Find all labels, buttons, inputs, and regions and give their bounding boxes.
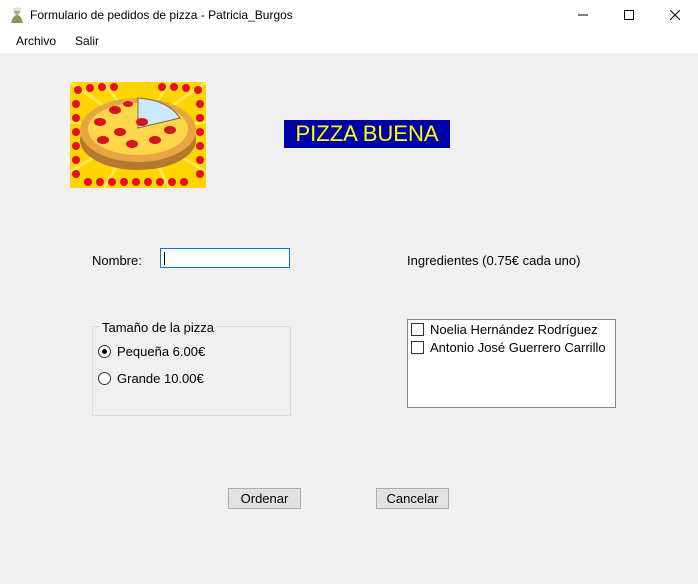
menu-salir[interactable]: Salir xyxy=(73,34,101,48)
pizza-logo-image xyxy=(70,82,206,188)
window-title: Formulario de pedidos de pizza - Patrici… xyxy=(30,8,293,22)
minimize-icon xyxy=(578,14,588,16)
radio-unchecked-icon xyxy=(98,372,111,385)
ingredient-item[interactable]: Antonio José Guerrero Carrillo xyxy=(411,340,606,355)
checkbox-icon xyxy=(411,341,424,354)
menu-archivo[interactable]: Archivo xyxy=(14,34,58,48)
size-large-label: Grande 10.00€ xyxy=(117,371,204,386)
ingredient-item[interactable]: Noelia Hernández Rodríguez xyxy=(411,322,598,337)
checkbox-icon xyxy=(411,323,424,336)
title-bar: Formulario de pedidos de pizza - Patrici… xyxy=(0,0,698,30)
brand-title: PIZZA BUENA xyxy=(284,120,450,148)
name-input[interactable] xyxy=(160,248,290,268)
close-icon xyxy=(670,10,680,20)
pizza-size-legend: Tamaño de la pizza xyxy=(100,320,217,335)
name-label: Nombre: xyxy=(92,253,142,268)
cancel-button[interactable]: Cancelar xyxy=(376,488,449,509)
maximize-button[interactable] xyxy=(606,0,652,30)
ingredient-label: Antonio José Guerrero Carrillo xyxy=(430,340,606,355)
size-small-radio[interactable]: Pequeña 6.00€ xyxy=(98,344,205,359)
size-large-radio[interactable]: Grande 10.00€ xyxy=(98,371,204,386)
minimize-button[interactable] xyxy=(560,0,606,30)
ingredient-label: Noelia Hernández Rodríguez xyxy=(430,322,598,337)
size-small-label: Pequeña 6.00€ xyxy=(117,344,206,359)
menu-bar: Archivo Salir xyxy=(0,30,698,53)
order-button[interactable]: Ordenar xyxy=(228,488,301,509)
close-button[interactable] xyxy=(652,0,698,30)
radio-checked-icon xyxy=(98,345,111,358)
maximize-icon xyxy=(624,10,634,20)
text-caret xyxy=(164,252,165,265)
pizza-cook-icon xyxy=(11,7,23,23)
ingredients-label: Ingredientes (0.75€ cada uno) xyxy=(407,253,581,268)
ingredients-listbox[interactable]: Noelia Hernández Rodríguez Antonio José … xyxy=(407,319,616,408)
